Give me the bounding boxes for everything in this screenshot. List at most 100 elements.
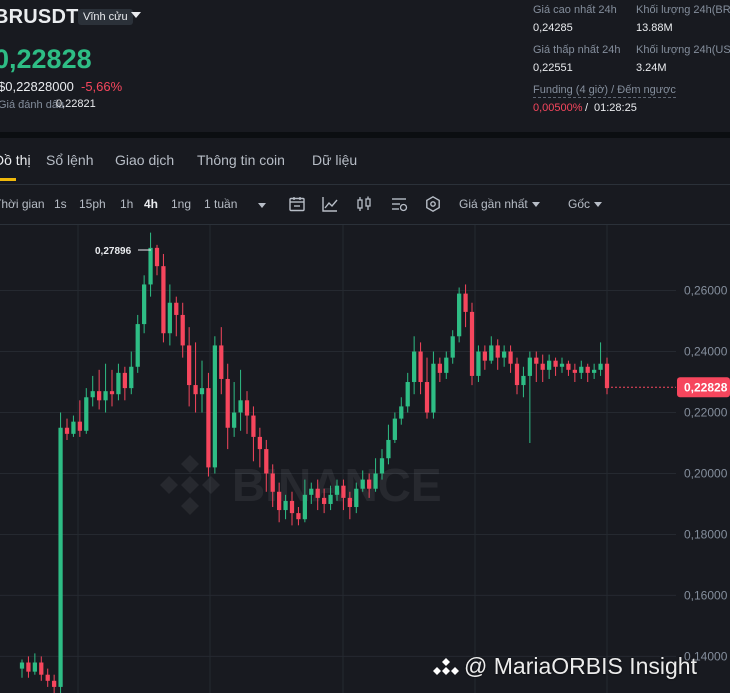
candle-body <box>129 366 134 389</box>
candle-body <box>64 427 70 434</box>
volume-base-label: Khối lượng 24h(BR) <box>636 4 730 16</box>
candle-body <box>392 418 397 440</box>
candle-body <box>302 494 307 520</box>
tab-trades[interactable]: Giao dịch <box>115 152 174 168</box>
candle-body <box>77 421 82 431</box>
candle-body <box>347 497 352 508</box>
candle-body <box>444 357 449 373</box>
candlestick-chart[interactable]: BINANCE 0,260000,240000,220000,200000,18… <box>0 225 730 693</box>
interval-4h[interactable]: 4h <box>144 197 158 211</box>
candle-body <box>482 351 487 361</box>
candle-body <box>527 357 532 376</box>
candle-body <box>103 391 108 401</box>
candle-body <box>334 485 340 495</box>
candle-body <box>476 351 481 376</box>
candle-body <box>604 363 610 389</box>
contract-type-badge[interactable]: Vĩnh cửu <box>78 9 133 25</box>
candle-body <box>540 363 545 370</box>
hexagon-settings-icon[interactable] <box>424 195 442 213</box>
chart-settings-icon[interactable] <box>390 195 408 213</box>
candle-body <box>566 363 571 370</box>
more-intervals-dropdown[interactable] <box>254 198 266 212</box>
candle-body <box>187 345 192 386</box>
candle-body <box>135 324 140 367</box>
candle-body <box>142 284 147 325</box>
price-axis-tick: 0,18000 <box>684 527 728 541</box>
candle-body <box>399 406 404 419</box>
candle-body <box>424 382 430 413</box>
candle-body <box>373 473 378 489</box>
candle-body <box>52 680 57 687</box>
candle-body <box>232 412 237 428</box>
funding-countdown: 01:28:25 <box>594 102 637 114</box>
candle-body <box>489 345 494 361</box>
low-24h-label: Giá thấp nhất 24h <box>533 44 621 56</box>
low-24h-value: 0,22551 <box>533 62 573 74</box>
tab-data[interactable]: Dữ liệu <box>312 152 357 168</box>
price-axis-tick: 0,22000 <box>684 406 728 420</box>
candle-body <box>244 400 250 416</box>
chevron-down-icon <box>594 202 603 208</box>
price-axis-tick: 0,24000 <box>684 345 728 359</box>
interval-15m[interactable]: 15ph <box>79 197 106 211</box>
price-type-label: Giá gần nhất <box>459 197 528 211</box>
candle-body <box>514 363 520 386</box>
price-type-dropdown[interactable]: Giá gần nhất <box>459 197 540 211</box>
binance-square-logo-icon <box>433 658 459 675</box>
mark-price-value: 0,22821 <box>56 98 96 110</box>
tab-order-book[interactable]: Sổ lệnh <box>46 152 93 168</box>
ticker-header: BRUSDT Vĩnh cửu 0,22828 $0,22828000 -5,6… <box>0 0 730 132</box>
candle-body <box>457 293 462 337</box>
active-tab-indicator <box>0 178 16 181</box>
usd-price: $0,22828000 <box>0 79 74 94</box>
candle-body <box>418 351 423 383</box>
chevron-down-icon <box>531 202 540 208</box>
candle-body <box>296 513 301 520</box>
time-label: Thời gian <box>0 197 45 211</box>
candle-body <box>32 662 37 672</box>
candle-body <box>431 363 436 413</box>
candle-body <box>174 302 179 315</box>
candle-body <box>379 458 385 474</box>
candle-body <box>206 388 211 468</box>
candle-body <box>238 400 243 413</box>
interval-1h[interactable]: 1h <box>120 197 133 211</box>
interval-1w[interactable]: 1 tuần <box>204 197 237 211</box>
candle-body <box>161 266 166 334</box>
calendar-icon[interactable] <box>288 195 306 213</box>
candle-body <box>598 363 603 370</box>
candle-body <box>508 351 513 364</box>
candle-body <box>495 345 500 358</box>
mark-price-label: Giá đánh dấu <box>0 99 65 111</box>
symbol-dropdown-icon[interactable] <box>131 12 141 18</box>
price-axis-tick: 0,26000 <box>684 284 728 298</box>
symbol-title[interactable]: BRUSDT <box>0 6 79 29</box>
tab-chart[interactable]: Đồ thị <box>0 152 31 168</box>
price-change-percent: -5,66% <box>81 79 123 94</box>
high-24h-value: 0,24285 <box>533 22 573 34</box>
candle-body <box>521 375 526 386</box>
tab-coin-info[interactable]: Thông tin coin <box>197 152 285 168</box>
indicator-icon[interactable] <box>321 195 339 213</box>
interval-1d[interactable]: 1ng <box>171 197 191 211</box>
candle-type-icon[interactable] <box>355 195 373 213</box>
view-dropdown[interactable]: Gốc <box>568 197 603 211</box>
candle-body <box>360 479 365 489</box>
candle-body <box>122 372 127 389</box>
candle-body <box>270 473 275 492</box>
author-watermark: @ MariaORBIS Insight <box>464 653 697 679</box>
candle-body <box>450 336 455 358</box>
candle-body <box>553 360 558 367</box>
interval-1s[interactable]: 1s <box>54 197 67 211</box>
candle-body <box>547 360 552 370</box>
candle-body <box>283 500 288 511</box>
candle-body <box>84 397 89 431</box>
candle-body <box>71 421 76 434</box>
last-price: 0,22828 <box>0 44 92 74</box>
candle-body <box>559 363 565 367</box>
chevron-down-icon <box>258 203 266 209</box>
candle-body <box>328 494 333 504</box>
candle-body <box>315 488 320 498</box>
candle-body <box>212 345 217 468</box>
funding-countdown-label[interactable]: Funding (4 giờ) / Đếm ngược <box>533 84 676 98</box>
